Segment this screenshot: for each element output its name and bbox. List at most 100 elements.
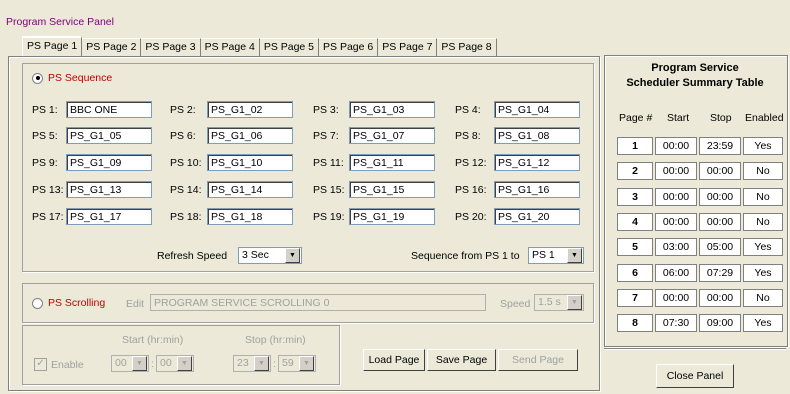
- stop-hour-select[interactable]: 23 ▼: [233, 355, 271, 372]
- ps-field-input[interactable]: PS_G1_03: [349, 101, 435, 118]
- row-page-cell: 3: [617, 188, 653, 206]
- ps-sequence-label: PS Sequence: [48, 72, 113, 84]
- ps-field-input[interactable]: PS_G1_16: [494, 181, 580, 198]
- sequence-from-label: Sequence from PS 1 to: [411, 250, 520, 262]
- ps-field-label: PS 11:: [313, 157, 344, 169]
- row-enabled-cell: No: [743, 188, 783, 206]
- scheduler-title-line1: Program Service: [651, 62, 739, 74]
- row-stop-cell: 09:00: [699, 314, 741, 332]
- time-separator: :: [151, 358, 154, 370]
- chevron-down-icon: ▼: [567, 248, 582, 263]
- ps-field-input[interactable]: PS_G1_06: [207, 127, 293, 144]
- row-enabled-cell: No: [743, 213, 783, 231]
- ps-field-input[interactable]: PS_G1_15: [349, 181, 435, 198]
- ps-field-label: PS 6:: [170, 130, 196, 142]
- row-stop-cell: 00:00: [699, 213, 741, 231]
- row-enabled-cell: Yes: [743, 238, 783, 256]
- ps-field-input[interactable]: BBC ONE: [66, 101, 152, 118]
- stop-minute-select[interactable]: 59 ▼: [278, 355, 316, 372]
- sequence-to-value: PS 1: [532, 249, 555, 261]
- row-start-cell: 00:00: [655, 213, 697, 231]
- row-page-cell: 4: [617, 213, 653, 231]
- tab-ps-page-8[interactable]: PS Page 8: [437, 38, 497, 56]
- refresh-speed-value: 3 Sec: [242, 249, 269, 261]
- enable-checkbox[interactable]: ✓ Enable: [34, 358, 84, 371]
- row-page-cell: 7: [617, 289, 653, 307]
- start-hour-select[interactable]: 00 ▼: [111, 355, 149, 372]
- ps-field-input[interactable]: PS_G1_11: [349, 154, 435, 171]
- ps-scrolling-radio[interactable]: PS Scrolling: [32, 297, 105, 309]
- row-stop-cell: 00:00: [699, 188, 741, 206]
- ps-field-input[interactable]: PS_G1_04: [494, 101, 580, 118]
- ps-field-label: PS 7:: [313, 130, 339, 142]
- row-stop-cell: 05:00: [699, 238, 741, 256]
- enable-label: Enable: [51, 358, 84, 371]
- time-separator: :: [273, 358, 276, 370]
- scrolling-speed-select[interactable]: 1.5 s ▼: [534, 294, 584, 311]
- ps-field-label: PS 15:: [313, 184, 345, 196]
- ps-field-input[interactable]: PS_G1_12: [494, 154, 580, 171]
- row-page-cell: 2: [617, 162, 653, 180]
- row-start-cell: 00:00: [655, 137, 697, 155]
- row-enabled-cell: Yes: [743, 137, 783, 155]
- radio-icon: [32, 72, 43, 84]
- tab-ps-page-7[interactable]: PS Page 7: [378, 38, 438, 56]
- ps-field-input[interactable]: PS_G1_09: [66, 154, 152, 171]
- checkbox-icon: ✓: [34, 358, 47, 371]
- scrolling-text-input[interactable]: PROGRAM SERVICE SCROLLING 0: [150, 294, 486, 311]
- close-panel-button[interactable]: Close Panel: [656, 364, 734, 388]
- ps-field-label: PS 9:: [32, 157, 58, 169]
- sequence-to-select[interactable]: PS 1 ▼: [528, 247, 584, 264]
- ps-field-input[interactable]: PS_G1_13: [66, 181, 152, 198]
- row-enabled-cell: No: [743, 289, 783, 307]
- window-title: Program Service Panel: [6, 16, 114, 28]
- ps-sequence-radio[interactable]: PS Sequence: [32, 72, 112, 84]
- scrolling-speed-value: 1.5 s: [538, 296, 561, 308]
- ps-field-input[interactable]: PS_G1_18: [207, 208, 293, 225]
- tab-ps-page-1[interactable]: PS Page 1: [22, 36, 83, 57]
- scrolling-edit-label: Edit: [126, 298, 145, 310]
- scheduler-title: Program Service Scheduler Summary Table: [604, 61, 786, 91]
- ps-field-input[interactable]: PS_G1_07: [349, 127, 435, 144]
- load-page-button[interactable]: Load Page: [363, 349, 425, 371]
- save-page-button[interactable]: Save Page: [427, 349, 496, 371]
- row-enabled-cell: Yes: [743, 314, 783, 332]
- ps-field-input[interactable]: PS_G1_05: [66, 127, 152, 144]
- ps-field-label: PS 18:: [170, 211, 202, 223]
- tab-ps-page-2[interactable]: PS Page 2: [82, 38, 142, 56]
- row-start-cell: 00:00: [655, 188, 697, 206]
- send-page-button[interactable]: Send Page: [498, 349, 578, 371]
- start-hour-value: 00: [115, 357, 127, 369]
- row-start-cell: 07:30: [655, 314, 697, 332]
- start-minute-select[interactable]: 00 ▼: [156, 355, 194, 372]
- ps-field-label: PS 8:: [455, 130, 481, 142]
- header-page: Page #: [619, 112, 653, 124]
- row-start-cell: 00:00: [655, 162, 697, 180]
- ps-field-label: PS 1:: [32, 104, 58, 116]
- ps-field-label: PS 10:: [170, 157, 202, 169]
- ps-field-input[interactable]: PS_G1_19: [349, 208, 435, 225]
- header-stop: Stop: [710, 112, 732, 124]
- ps-field-input[interactable]: PS_G1_08: [494, 127, 580, 144]
- tab-ps-page-6[interactable]: PS Page 6: [319, 38, 379, 56]
- chevron-down-icon: ▼: [254, 356, 269, 371]
- ps-field-input[interactable]: PS_G1_17: [66, 208, 152, 225]
- start-time-label: Start (hr:min): [122, 334, 184, 346]
- ps-field-label: PS 17:: [32, 211, 64, 223]
- ps-field-label: PS 2:: [170, 104, 196, 116]
- ps-field-input[interactable]: PS_G1_02: [207, 101, 293, 118]
- row-page-cell: 8: [617, 314, 653, 332]
- row-stop-cell: 07:29: [699, 264, 741, 282]
- row-start-cell: 03:00: [655, 238, 697, 256]
- ps-field-label: PS 12:: [455, 157, 487, 169]
- tab-ps-page-5[interactable]: PS Page 5: [259, 38, 320, 56]
- chevron-down-icon: ▼: [299, 356, 314, 371]
- ps-scrolling-label: PS Scrolling: [48, 297, 106, 309]
- tab-ps-page-3[interactable]: PS Page 3: [141, 38, 201, 56]
- tab-ps-page-4[interactable]: PS Page 4: [200, 38, 260, 56]
- ps-field-input[interactable]: PS_G1_14: [207, 181, 293, 198]
- refresh-speed-select[interactable]: 3 Sec ▼: [238, 247, 302, 264]
- ps-field-input[interactable]: PS_G1_20: [494, 208, 580, 225]
- chevron-down-icon: ▼: [285, 248, 300, 263]
- ps-field-input[interactable]: PS_G1_10: [207, 154, 293, 171]
